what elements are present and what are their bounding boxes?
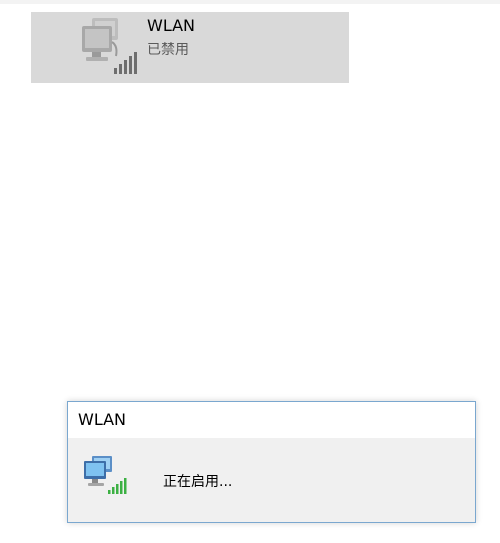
dialog-status-message: 正在启用... [163,474,233,490]
wireless-network-adapter-icon [84,456,127,494]
wlan-adapter-tile[interactable]: WLAN 已禁用 [31,12,349,83]
adapter-status: 已禁用 [147,42,189,58]
adapter-name: WLAN [147,16,196,35]
enabling-dialog: WLAN 正在启用... [67,401,476,523]
wireless-network-adapter-icon [82,18,137,74]
dialog-title: WLAN [78,410,127,429]
top-strip [0,0,500,4]
dialog-titlebar[interactable]: WLAN [68,402,475,438]
